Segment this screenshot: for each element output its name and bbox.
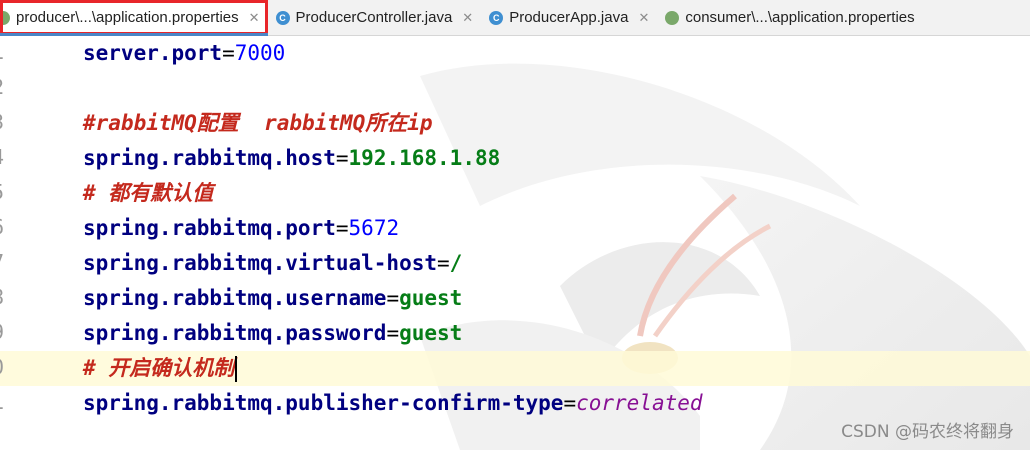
property-key: spring.rabbitmq.port xyxy=(83,216,336,240)
tab-label: consumer\...\application.properties xyxy=(685,9,915,26)
separator: = xyxy=(563,391,577,415)
tab-consumer-application-properties[interactable]: consumer\...\application.properties xyxy=(657,0,922,35)
property-key: spring.rabbitmq.username xyxy=(83,286,387,310)
code-line[interactable]: spring.rabbitmq.virtual-host=/ xyxy=(83,246,462,281)
properties-file-icon xyxy=(665,10,680,25)
code-line[interactable]: spring.rabbitmq.port=5672 xyxy=(83,211,399,246)
line-number: 1 xyxy=(0,390,22,414)
property-key: spring.rabbitmq.virtual-host xyxy=(83,251,438,275)
property-key: server.port xyxy=(83,41,223,65)
tab-label: ProducerApp.java xyxy=(509,9,629,26)
line-number: 1 xyxy=(0,40,22,64)
close-icon[interactable]: ✕ xyxy=(249,10,260,26)
line-number: 9 xyxy=(0,320,22,344)
property-key: spring.rabbitmq.password xyxy=(83,321,387,345)
separator: = xyxy=(335,146,349,170)
code-editor[interactable]: 1 2 3 4 5 6 7 8 9 0 1 server.port=7000 #… xyxy=(0,36,1030,450)
line-number: 0 xyxy=(0,355,22,379)
tab-producer-app-java[interactable]: C ProducerApp.java ✕ xyxy=(481,0,657,35)
line-number: 6 xyxy=(0,215,22,239)
code-line[interactable]: spring.rabbitmq.publisher-confirm-type=c… xyxy=(83,386,703,421)
tab-producer-application-properties[interactable]: producer\...\application.properties ✕ xyxy=(0,0,268,36)
line-number: 7 xyxy=(0,250,22,274)
separator: = xyxy=(386,286,400,310)
java-class-icon: C xyxy=(489,10,504,25)
java-class-icon: C xyxy=(275,10,290,25)
property-value: correlated xyxy=(576,391,703,415)
separator: = xyxy=(335,216,349,240)
close-icon[interactable]: ✕ xyxy=(638,10,649,26)
tab-label: ProducerController.java xyxy=(295,9,453,26)
line-number: 5 xyxy=(0,180,22,204)
line-number: 2 xyxy=(0,75,22,99)
comment: #rabbitMQ配置 rabbitMQ所在ip xyxy=(83,111,433,135)
code-line-current[interactable]: # 开启确认机制 xyxy=(83,351,238,386)
code-line[interactable]: spring.rabbitmq.host=192.168.1.88 xyxy=(83,141,500,176)
comment: # 开启确认机制 xyxy=(83,356,235,380)
close-icon[interactable]: ✕ xyxy=(462,10,473,26)
watermark: CSDN @码农终将翻身 xyxy=(841,422,1014,442)
separator: = xyxy=(386,321,400,345)
tab-producer-controller-java[interactable]: C ProducerController.java ✕ xyxy=(268,0,482,35)
text-caret xyxy=(235,356,238,382)
property-key: spring.rabbitmq.host xyxy=(83,146,336,170)
property-value: 192.168.1.88 xyxy=(348,146,501,170)
properties-file-icon xyxy=(0,10,10,25)
property-value: guest xyxy=(399,286,463,310)
code-line[interactable]: spring.rabbitmq.username=guest xyxy=(83,281,462,316)
separator: = xyxy=(222,41,235,65)
tab-label: producer\...\application.properties xyxy=(16,9,239,26)
line-number: 3 xyxy=(0,110,22,134)
property-value: / xyxy=(449,251,463,275)
code-line[interactable]: # 都有默认值 xyxy=(83,176,213,211)
line-number: 8 xyxy=(0,285,22,309)
line-number: 4 xyxy=(0,145,22,169)
code-line[interactable]: #rabbitMQ配置 rabbitMQ所在ip xyxy=(83,106,433,141)
comment: # 都有默认值 xyxy=(83,181,214,205)
property-value: guest xyxy=(399,321,463,345)
property-key: spring.rabbitmq.publisher-confirm-type xyxy=(83,391,564,415)
separator: = xyxy=(437,251,450,275)
editor-tab-bar: producer\...\application.properties ✕ C … xyxy=(0,0,1030,36)
code-line[interactable]: server.port=7000 xyxy=(83,36,285,71)
property-value: 5672 xyxy=(348,216,400,240)
code-line[interactable]: spring.rabbitmq.password=guest xyxy=(83,316,462,351)
property-value: 7000 xyxy=(234,41,286,65)
line-number-gutter: 1 2 3 4 5 6 7 8 9 0 1 xyxy=(0,36,40,450)
